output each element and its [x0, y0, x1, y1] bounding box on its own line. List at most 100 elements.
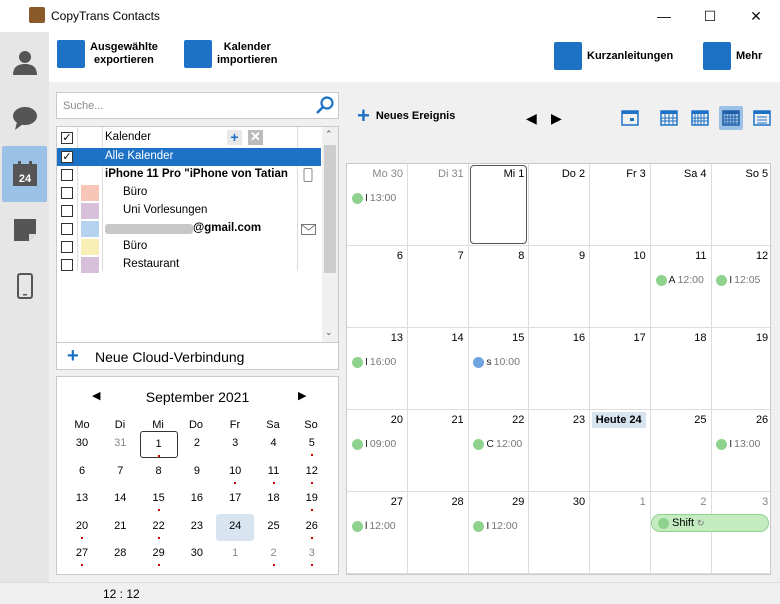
sidebar-item-contacts[interactable]: [0, 34, 49, 90]
mini-day[interactable]: 30: [63, 431, 101, 458]
sidebar-item-notes[interactable]: [0, 202, 49, 258]
mini-day[interactable]: 8: [140, 459, 178, 486]
mini-day[interactable]: 4: [255, 431, 293, 458]
day-cell[interactable]: 11 A 12:00: [650, 246, 712, 328]
day-cell[interactable]: 15 s 10:00: [468, 328, 530, 410]
mini-day[interactable]: 1: [139, 431, 178, 458]
calendar-checkbox[interactable]: [61, 241, 73, 253]
day-cell[interactable]: Di 31: [407, 164, 469, 246]
day-cell[interactable]: 13 I 16:00: [347, 328, 408, 410]
mini-day[interactable]: 28: [101, 541, 139, 568]
calendar-row-buero[interactable]: Büro: [57, 184, 323, 202]
calendar-checkbox[interactable]: [61, 169, 73, 181]
day-cell[interactable]: 23: [529, 410, 591, 492]
calendar-checkbox[interactable]: [61, 205, 73, 217]
list-view-icon[interactable]: [750, 106, 774, 130]
day-cell[interactable]: So 5: [711, 164, 773, 246]
maximize-button[interactable]: ☐: [687, 0, 733, 32]
scroll-down-icon[interactable]: ⌄: [325, 327, 333, 338]
calendar-row-iphone[interactable]: iPhone 11 Pro "iPhone von Tatian: [57, 166, 323, 184]
week-view-icon[interactable]: [688, 106, 712, 130]
new-cloud-connection-button[interactable]: + Neue Cloud-Verbindung: [56, 343, 339, 370]
mini-day[interactable]: 10: [216, 459, 254, 486]
event-item[interactable]: l 12:00: [352, 520, 396, 532]
day-cell[interactable]: 17: [589, 328, 651, 410]
day-cell[interactable]: 2: [650, 492, 712, 574]
day-cell[interactable]: 18: [650, 328, 712, 410]
day-cell[interactable]: 1: [589, 492, 651, 574]
scrollbar-thumb[interactable]: [324, 145, 336, 273]
event-item[interactable]: I 13:00: [352, 192, 396, 204]
day-cell[interactable]: 30: [529, 492, 591, 574]
event-item[interactable]: I 12:05: [716, 274, 760, 286]
day-cell[interactable]: 26 I 13:00: [711, 410, 773, 492]
mini-day[interactable]: 30: [178, 541, 216, 568]
mini-day[interactable]: 22: [140, 514, 178, 541]
day-cell[interactable]: 16: [529, 328, 591, 410]
day-cell[interactable]: 10: [589, 246, 651, 328]
mini-day[interactable]: 29: [140, 541, 178, 568]
search-box[interactable]: Suche...: [56, 92, 339, 119]
mini-day[interactable]: 25: [255, 514, 293, 541]
mini-day[interactable]: 2: [178, 431, 216, 458]
more-button[interactable]: Mehr: [703, 42, 762, 70]
day-cell[interactable]: 29 I 12:00: [468, 492, 530, 574]
day-cell[interactable]: 21: [407, 410, 469, 492]
day-cell[interactable]: Sa 4: [650, 164, 712, 246]
sidebar-item-calendar[interactable]: 24: [2, 146, 47, 202]
calendar-checkbox[interactable]: [61, 187, 73, 199]
day-cell[interactable]: 20 I 09:00: [347, 410, 408, 492]
mini-day[interactable]: 6: [63, 459, 101, 486]
mini-day[interactable]: 18: [255, 486, 293, 513]
mini-day[interactable]: 7: [101, 459, 139, 486]
minimize-button[interactable]: —: [641, 0, 687, 32]
day-cell[interactable]: 27 l 12:00: [347, 492, 408, 574]
day-cell[interactable]: 28: [407, 492, 469, 574]
event-item[interactable]: A 12:00: [655, 274, 704, 286]
delete-calendar-button[interactable]: ✕: [248, 130, 263, 145]
add-calendar-button[interactable]: +: [227, 130, 242, 145]
calendar-row-restaurant[interactable]: Restaurant: [57, 256, 323, 274]
mini-day[interactable]: 27: [63, 541, 101, 568]
day-cell[interactable]: 14: [407, 328, 469, 410]
select-all-checkbox[interactable]: ✓: [61, 132, 73, 144]
sidebar-item-device[interactable]: [0, 258, 49, 314]
search-icon[interactable]: [315, 95, 335, 115]
export-button[interactable]: Ausgewählte exportieren: [57, 40, 158, 68]
next-month-icon[interactable]: ▶: [298, 389, 306, 402]
mini-day[interactable]: 23: [178, 514, 216, 541]
day-cell[interactable]: Do 2: [529, 164, 591, 246]
import-button[interactable]: Kalender importieren: [184, 40, 278, 68]
mini-day[interactable]: 13: [63, 486, 101, 513]
mini-day[interactable]: 3: [216, 431, 254, 458]
day-cell[interactable]: 22 C 12:00: [468, 410, 530, 492]
day-cell[interactable]: 3: [711, 492, 773, 574]
day-cell[interactable]: 6: [347, 246, 408, 328]
event-item[interactable]: C 12:00: [473, 438, 522, 450]
mini-day[interactable]: 9: [178, 459, 216, 486]
mini-day[interactable]: 17: [216, 486, 254, 513]
next-period-icon[interactable]: ▶: [551, 110, 562, 127]
day-cell[interactable]: 8: [468, 246, 530, 328]
mini-day[interactable]: 2: [255, 541, 293, 568]
day-cell[interactable]: Mi 1: [468, 164, 530, 246]
mini-day[interactable]: 15: [140, 486, 178, 513]
mini-day[interactable]: 16: [178, 486, 216, 513]
calendar-list-scrollbar[interactable]: ⌃ ⌄: [322, 127, 338, 342]
mini-day[interactable]: 1: [216, 541, 254, 568]
day-cell[interactable]: Mo 30 I 13:00: [347, 164, 408, 246]
close-button[interactable]: ✕: [733, 0, 779, 32]
calendar-row-gmail[interactable]: @gmail.com: [57, 220, 323, 238]
mini-day[interactable]: 5: [293, 431, 331, 458]
sidebar-item-messages[interactable]: [0, 90, 49, 146]
calendar-checkbox[interactable]: [61, 259, 73, 271]
mini-day[interactable]: 19: [293, 486, 331, 513]
event-item[interactable]: I 16:00: [352, 356, 396, 368]
mini-day[interactable]: 31: [101, 431, 139, 458]
calendar-checkbox[interactable]: [61, 223, 73, 235]
event-shift[interactable]: Shift ↻: [651, 514, 769, 532]
day-cell[interactable]: Fr 3: [589, 164, 651, 246]
event-item[interactable]: I 09:00: [352, 438, 396, 450]
day-cell[interactable]: Heute 24: [589, 410, 651, 492]
event-item[interactable]: I 12:00: [473, 520, 518, 532]
